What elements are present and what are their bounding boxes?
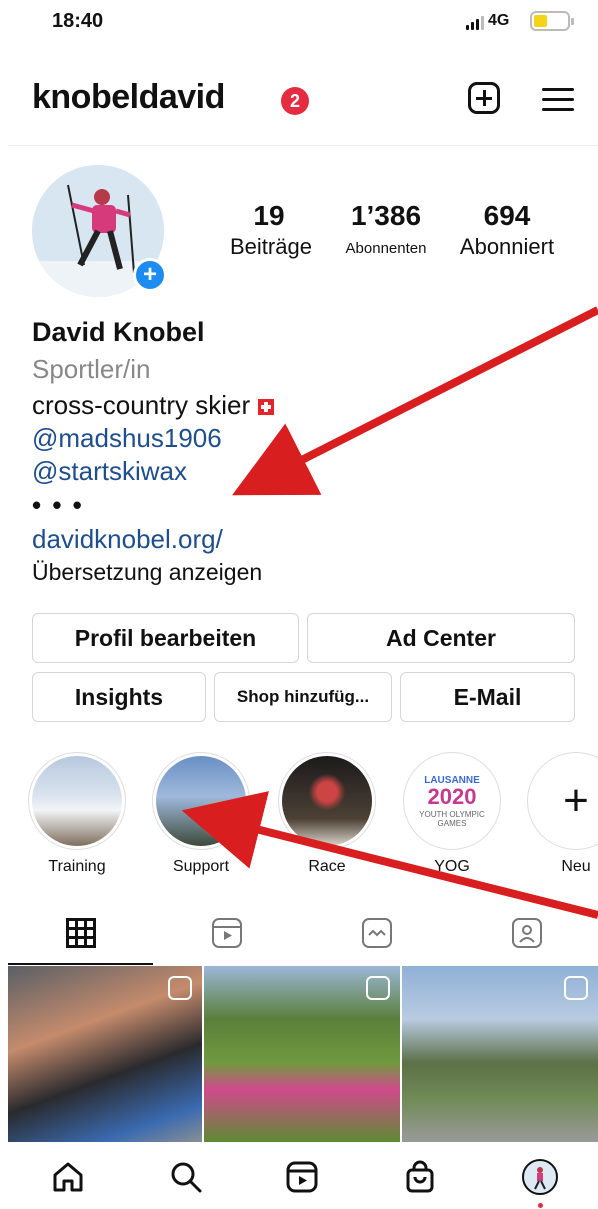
divider (8, 145, 598, 146)
add-story-button[interactable]: + (133, 258, 167, 292)
profile-category: Sportler/in (32, 354, 151, 384)
swiss-flag-icon (258, 399, 275, 416)
highlight-label: YOG (434, 858, 470, 875)
highlight-label: Training (48, 858, 106, 875)
post-thumbnail[interactable] (204, 966, 400, 1142)
yog-logo: LAUSANNE 2020 YOUTH OLYMPIC GAMES (407, 756, 497, 846)
arrow-to-mentions (232, 306, 598, 496)
website-link[interactable]: davidknobel.org/ (32, 524, 223, 555)
highlight-label: Support (172, 858, 230, 875)
carousel-badge-icon (366, 976, 390, 1000)
reels-icon[interactable] (284, 1159, 320, 1195)
tagged-icon[interactable] (512, 918, 542, 948)
translate-link[interactable]: Übersetzung anzeigen (32, 559, 262, 586)
username-switcher[interactable]: knobeldavid (32, 78, 225, 117)
add-shop-button[interactable]: Shop hinzufüg... (214, 672, 392, 722)
followers-count: 1’386 (350, 200, 422, 231)
battery-icon (530, 11, 574, 31)
profile-avatar[interactable] (522, 1159, 558, 1195)
highlight-new[interactable]: + Neu (527, 752, 598, 876)
highlight-image (32, 756, 122, 846)
status-time: 18:40 (52, 10, 104, 32)
highlight-support[interactable]: Support (152, 752, 250, 876)
email-button[interactable]: E-Mail (400, 672, 575, 722)
highlight-label: Neu (561, 858, 591, 875)
edit-profile-button[interactable]: Profil bearbeiten (32, 613, 299, 663)
signal-icon (466, 14, 484, 30)
highlight-race[interactable]: Race (278, 752, 376, 876)
reels-badge-icon (564, 976, 588, 1000)
yog-sub-text: YOUTH OLYMPIC GAMES (419, 809, 485, 828)
shop-icon[interactable] (402, 1159, 438, 1195)
yog-year-text: 2020 (427, 783, 477, 809)
bottom-nav (0, 1145, 598, 1209)
profile-name: David Knobel (32, 317, 205, 347)
ad-center-button[interactable]: Ad Center (307, 613, 575, 663)
following-count: 694 (483, 200, 531, 231)
notification-badge[interactable]: 2 (281, 87, 309, 115)
posts-label: Beiträge (230, 234, 312, 259)
network-type: 4G (488, 12, 510, 29)
status-bar: 18:40 4G (0, 0, 598, 50)
hamburger-menu-icon[interactable] (542, 80, 578, 116)
activity-dot (538, 1203, 543, 1208)
mention-link-madshus[interactable]: @madshus1906 (32, 423, 222, 454)
posts-stat[interactable]: 19 Beiträge (230, 200, 312, 260)
mention-link-startskiwax[interactable]: @startskiwax (32, 456, 187, 487)
posts-count: 19 (253, 200, 285, 231)
bio-line: cross-country skier (32, 390, 275, 421)
followers-label: Abonnenten (345, 240, 427, 257)
following-label: Abonniert (459, 234, 555, 259)
highlight-image (156, 756, 246, 846)
plus-icon: + (563, 776, 589, 825)
insights-button[interactable]: Insights (32, 672, 206, 722)
highlight-label: Race (308, 858, 346, 875)
plus-square-icon[interactable] (468, 82, 500, 114)
reels-badge-icon (168, 976, 192, 1000)
highlight-image (282, 756, 372, 846)
following-stat[interactable]: 694 Abonniert (448, 200, 566, 260)
tab-active-indicator (8, 963, 153, 965)
grid-icon[interactable] (66, 918, 96, 948)
post-thumbnail[interactable] (8, 966, 202, 1142)
search-icon[interactable] (168, 1159, 204, 1195)
reels-icon[interactable] (212, 918, 242, 948)
bio-more-button[interactable]: • • • (32, 490, 84, 521)
igtv-icon[interactable] (362, 918, 392, 948)
highlight-yog[interactable]: LAUSANNE 2020 YOUTH OLYMPIC GAMES YOG (403, 752, 501, 876)
home-icon[interactable] (50, 1159, 86, 1195)
profile-header: knobeldavid 2 (0, 70, 598, 130)
followers-stat[interactable]: 1’386 Abonnenten (330, 200, 442, 257)
bio-text: cross-country skier (32, 390, 251, 420)
post-thumbnail[interactable] (402, 966, 598, 1142)
highlight-training[interactable]: Training (28, 752, 126, 876)
